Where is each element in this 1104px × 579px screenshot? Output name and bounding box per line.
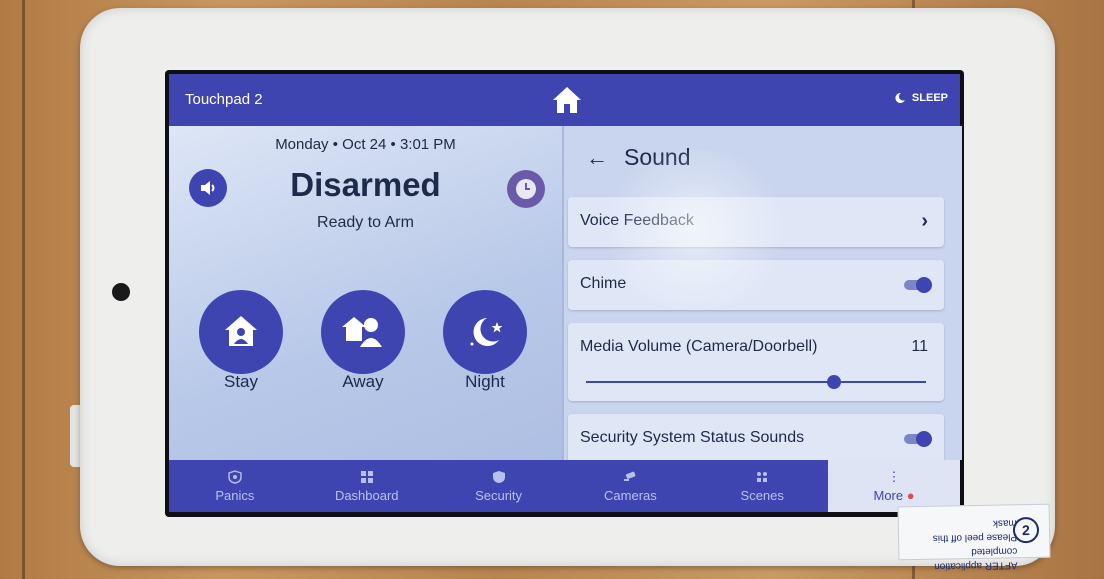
- front-camera: [112, 283, 130, 301]
- sleep-label: SLEEP: [911, 92, 948, 104]
- alarm-substatus: Ready to Arm: [317, 214, 414, 231]
- chime-row[interactable]: Chime: [568, 260, 944, 310]
- voice-feedback-label: Voice Feedback: [580, 212, 694, 229]
- arm-night-button[interactable]: [443, 290, 527, 374]
- sticker-text: AFTER application completed Please peel …: [907, 515, 1018, 573]
- device-name: Touchpad 2: [185, 91, 263, 108]
- media-volume-label: Media Volume (Camera/Doorbell): [580, 338, 818, 355]
- nav-cameras[interactable]: Cameras: [564, 460, 696, 512]
- chime-label: Chime: [580, 275, 627, 292]
- separator-dot: •: [390, 136, 400, 153]
- nav-dashboard[interactable]: Dashboard: [301, 460, 433, 512]
- arm-stay-button[interactable]: [199, 290, 283, 374]
- status-sounds-label: Security System Status Sounds: [580, 429, 805, 446]
- toggle-knob: [916, 277, 932, 293]
- chevron-right-icon: ›: [921, 210, 928, 232]
- nav-security-label: Security: [475, 487, 523, 503]
- sticker-line-2: Please peel off this mask: [932, 517, 1018, 544]
- time-label: 3:01 PM: [399, 136, 456, 153]
- nav-cameras-label: Cameras: [604, 487, 657, 503]
- nav-dashboard-label: Dashboard: [334, 487, 399, 503]
- sound-settings-panel: ← Sound Voice Feedback › Chime Media Vol…: [562, 126, 962, 464]
- peel-sticker: AFTER application completed Please peel …: [897, 503, 1051, 572]
- sticker-line-1: AFTER application completed: [934, 545, 1018, 572]
- media-volume-row: Media Volume (Camera/Doorbell) 11: [568, 323, 944, 401]
- scenes-icon: [757, 471, 768, 482]
- home-icon[interactable]: [551, 84, 583, 116]
- screen: Touchpad 2 SLEEP Monday • Oct 24 • 3:01 …: [165, 70, 964, 517]
- separator-dot: •: [332, 136, 343, 153]
- moon-icon: [895, 92, 905, 103]
- arm-stay-label: Stay: [223, 372, 259, 391]
- nav-panics[interactable]: Panics: [169, 460, 301, 512]
- media-volume-slider[interactable]: [586, 375, 926, 389]
- slider-handle[interactable]: [827, 375, 842, 389]
- sound-header: ← Sound: [586, 144, 691, 171]
- media-volume-value: 11: [911, 338, 928, 355]
- voice-feedback-row[interactable]: Voice Feedback ›: [568, 197, 944, 247]
- notification-dot: ●: [906, 487, 915, 503]
- camera-icon: [624, 471, 636, 481]
- sound-title: Sound: [624, 144, 691, 170]
- back-arrow-icon[interactable]: ←: [586, 145, 608, 171]
- date-label: Oct 24: [342, 136, 387, 153]
- arm-away-button[interactable]: [321, 290, 405, 374]
- house-person-icon: [225, 316, 257, 346]
- sleep-button[interactable]: SLEEP: [894, 92, 948, 104]
- status-panel: Monday • Oct 24 • 3:01 PM Disarmed Ready…: [169, 126, 562, 460]
- nav-scenes-label: Scenes: [740, 487, 784, 503]
- chime-toggle[interactable]: [904, 277, 932, 293]
- shield-star-icon: [228, 469, 242, 484]
- day-label: Monday: [275, 136, 329, 153]
- bottom-nav: Panics Dashboard Security Cameras Scenes…: [169, 460, 960, 512]
- alarm-status: Disarmed: [290, 166, 441, 203]
- top-bar: Touchpad 2 SLEEP: [169, 74, 960, 126]
- moon-stars-icon: [470, 318, 503, 346]
- status-sounds-row[interactable]: Security System Status Sounds: [568, 414, 944, 464]
- person-leaving-icon: [342, 317, 382, 347]
- nav-scenes[interactable]: Scenes: [696, 460, 828, 512]
- clock-icon: [516, 179, 536, 199]
- date-time: Monday • Oct 24 • 3:01 PM: [169, 136, 562, 153]
- nav-more-label: More ●: [873, 487, 915, 503]
- status-sounds-toggle[interactable]: [904, 431, 932, 447]
- grid-icon: [360, 470, 373, 483]
- nav-more[interactable]: ⋮ More ●: [828, 460, 960, 512]
- arm-away-label: Away: [342, 372, 384, 391]
- sticker-number: 2: [1012, 516, 1040, 544]
- nav-security[interactable]: Security: [433, 460, 565, 512]
- arm-night-label: Night: [465, 372, 505, 391]
- shield-icon: [492, 470, 505, 483]
- more-icon: ⋮: [887, 468, 901, 484]
- toggle-knob: [916, 431, 932, 447]
- nav-panics-label: Panics: [215, 487, 255, 503]
- clock-button[interactable]: [507, 170, 545, 208]
